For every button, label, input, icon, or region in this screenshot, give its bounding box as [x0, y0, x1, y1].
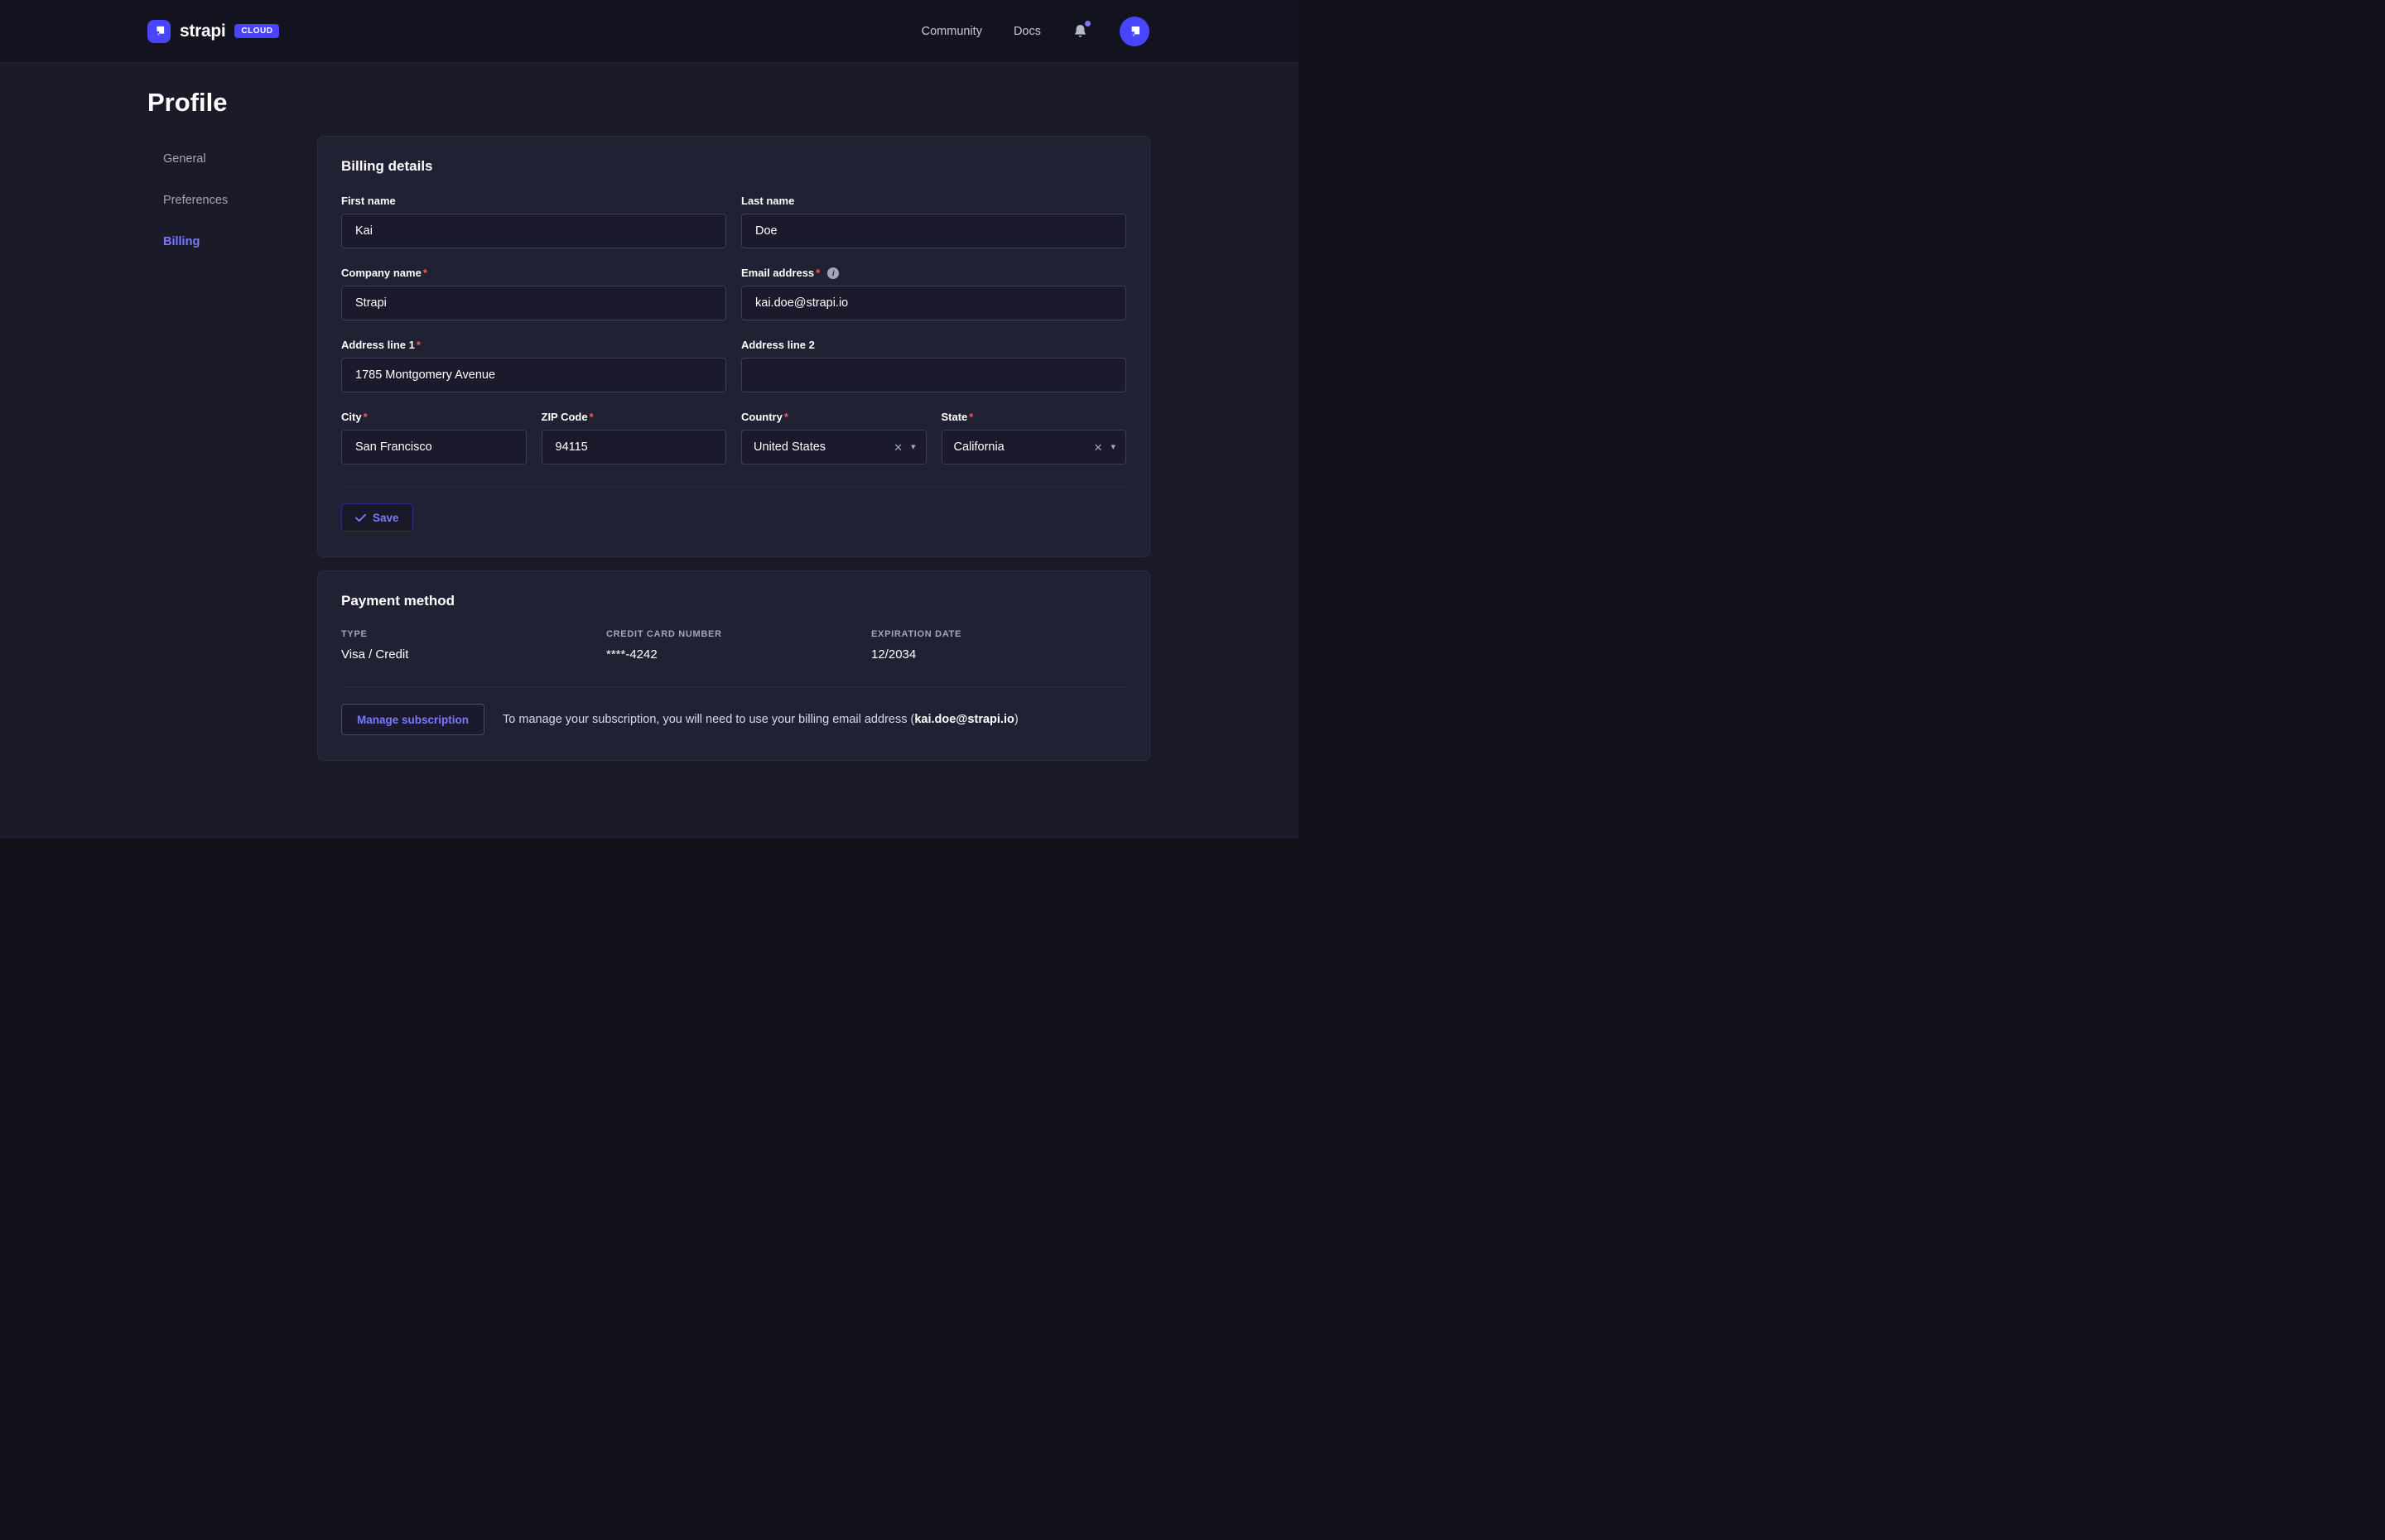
- sidebar-item-general[interactable]: General: [163, 152, 317, 166]
- required-marker: *: [784, 411, 788, 423]
- first-name-label: First name: [341, 195, 726, 207]
- company-name-group: Company name*: [341, 267, 726, 320]
- chevron-down-icon[interactable]: ▾: [1111, 443, 1115, 452]
- payment-type-value: Visa / Credit: [341, 647, 606, 662]
- state-label: State*: [942, 411, 1127, 423]
- zip-label: ZIP Code*: [542, 411, 727, 423]
- address-line1-group: Address line 1*: [341, 339, 726, 392]
- country-label: Country*: [741, 411, 927, 423]
- state-select[interactable]: California ✕ ▾: [942, 430, 1127, 464]
- card-number-label: CREDIT CARD NUMBER: [606, 629, 871, 639]
- top-navbar: strapi CLOUD Community Docs: [0, 0, 1298, 63]
- nav-link-docs[interactable]: Docs: [1014, 25, 1041, 38]
- strapi-logo-icon: [147, 20, 171, 43]
- user-avatar[interactable]: [1120, 17, 1149, 46]
- payment-expiration: EXPIRATION DATE 12/2034: [871, 629, 1126, 662]
- strapi-logo[interactable]: strapi CLOUD: [147, 20, 279, 43]
- city-label: City*: [341, 411, 527, 423]
- clear-icon[interactable]: ✕: [1094, 442, 1103, 453]
- required-marker: *: [364, 411, 368, 423]
- country-select-value: United States: [754, 440, 885, 454]
- first-name-field[interactable]: [341, 214, 726, 248]
- payment-type: TYPE Visa / Credit: [341, 629, 606, 662]
- company-name-label: Company name*: [341, 267, 726, 279]
- save-button[interactable]: Save: [341, 503, 413, 532]
- company-name-field[interactable]: [341, 286, 726, 320]
- payment-divider: [341, 686, 1126, 687]
- payment-method-title: Payment method: [341, 593, 1126, 609]
- address-line2-group: Address line 2: [741, 339, 1126, 392]
- payment-card-number: CREDIT CARD NUMBER ****-4242: [606, 629, 871, 662]
- expiration-label: EXPIRATION DATE: [871, 629, 1126, 639]
- card-number-value: ****-4242: [606, 647, 871, 662]
- billing-details-card: Billing details First name Last name Com…: [317, 136, 1150, 557]
- required-marker: *: [423, 267, 427, 279]
- city-field[interactable]: [341, 430, 527, 464]
- zip-group: ZIP Code*: [542, 411, 727, 464]
- check-icon: [355, 513, 366, 522]
- profile-subnav: General Preferences Billing: [147, 136, 317, 761]
- country-group: Country* United States ✕ ▾: [741, 411, 927, 464]
- nav-link-community[interactable]: Community: [922, 25, 982, 38]
- address-line1-field[interactable]: [341, 358, 726, 392]
- required-marker: *: [969, 411, 973, 423]
- page-title: Profile: [147, 88, 1150, 118]
- payment-method-card: Payment method TYPE Visa / Credit CREDIT…: [317, 570, 1150, 761]
- first-name-group: First name: [341, 195, 726, 248]
- notification-dot-icon: [1085, 21, 1091, 26]
- email-field[interactable]: [741, 286, 1126, 320]
- manage-subscription-button[interactable]: Manage subscription: [341, 704, 484, 735]
- payment-type-label: TYPE: [341, 629, 606, 639]
- last-name-label: Last name: [741, 195, 1126, 207]
- required-marker: *: [417, 339, 421, 351]
- manage-subscription-note: To manage your subscription, you will ne…: [503, 713, 1019, 726]
- email-group: Email address* i: [741, 267, 1126, 320]
- billing-form: First name Last name Company name*: [341, 195, 1126, 464]
- payment-info: TYPE Visa / Credit CREDIT CARD NUMBER **…: [341, 629, 1126, 662]
- info-icon[interactable]: i: [827, 267, 839, 279]
- required-marker: *: [590, 411, 594, 423]
- required-marker: *: [816, 267, 820, 279]
- cloud-badge: CLOUD: [234, 24, 279, 38]
- chevron-down-icon[interactable]: ▾: [911, 443, 916, 452]
- country-select[interactable]: United States ✕ ▾: [741, 430, 927, 464]
- state-select-value: California: [954, 440, 1086, 454]
- state-group: State* California ✕ ▾: [942, 411, 1127, 464]
- avatar-strapi-icon: [1128, 25, 1141, 38]
- city-group: City*: [341, 411, 527, 464]
- billing-email: kai.doe@strapi.io: [914, 713, 1014, 726]
- address-line1-label: Address line 1*: [341, 339, 726, 351]
- form-divider: [341, 486, 1126, 487]
- last-name-group: Last name: [741, 195, 1126, 248]
- last-name-field[interactable]: [741, 214, 1126, 248]
- expiration-value: 12/2034: [871, 647, 1126, 662]
- sidebar-item-preferences[interactable]: Preferences: [163, 194, 317, 207]
- billing-details-title: Billing details: [341, 158, 1126, 175]
- sidebar-item-billing[interactable]: Billing: [163, 235, 317, 248]
- zip-field[interactable]: [542, 430, 727, 464]
- email-label: Email address* i: [741, 267, 1126, 279]
- brand-name: strapi: [180, 22, 225, 41]
- clear-icon[interactable]: ✕: [894, 442, 903, 453]
- address-line2-label: Address line 2: [741, 339, 1126, 351]
- notifications-button[interactable]: [1072, 22, 1088, 40]
- address-line2-field[interactable]: [741, 358, 1126, 392]
